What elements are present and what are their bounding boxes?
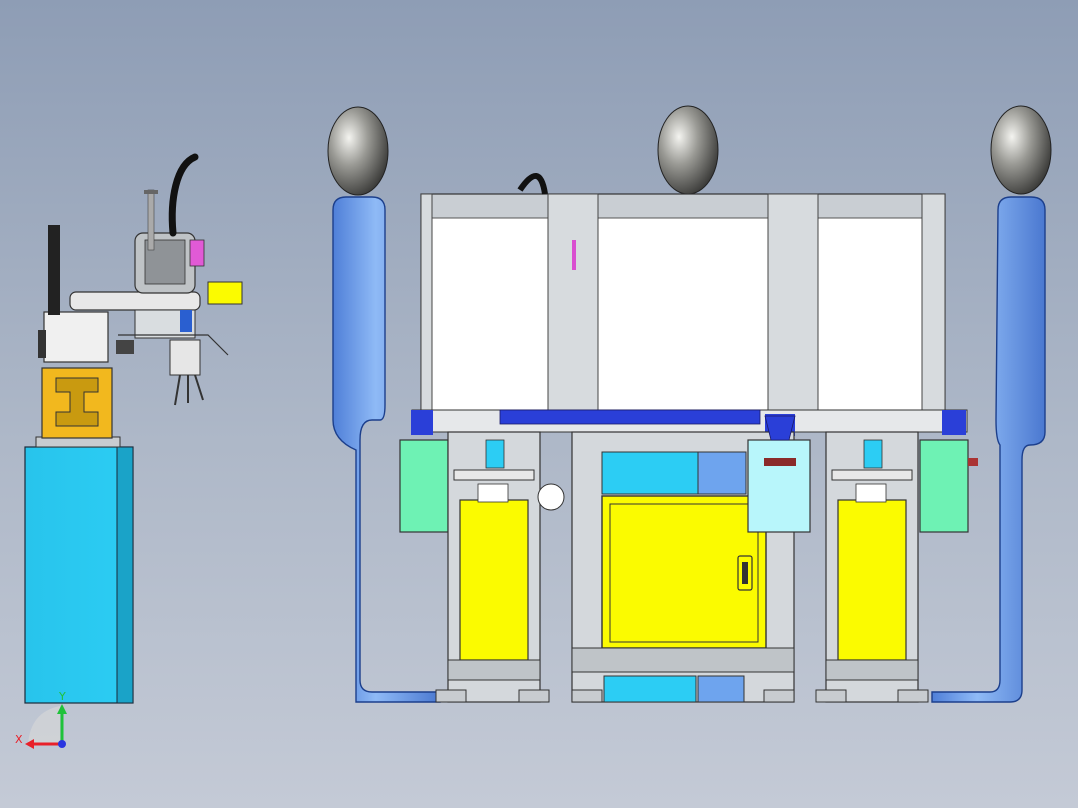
left-mint-box xyxy=(399,439,449,533)
robot-pedestal xyxy=(41,367,113,439)
left-ball xyxy=(327,106,389,196)
door-handle-icon[interactable] xyxy=(737,555,753,591)
robot-arm xyxy=(69,153,205,311)
cad-viewport[interactable]: Y X xyxy=(0,0,1078,808)
side-view-assembly[interactable] xyxy=(24,153,243,704)
side-cabinet xyxy=(24,446,134,704)
right-knob xyxy=(968,458,978,466)
front-view-assembly[interactable] xyxy=(327,105,1052,703)
right-ball xyxy=(990,105,1052,195)
triad-x-label: X xyxy=(15,733,23,746)
left-station xyxy=(435,431,550,703)
triad-y-label: Y xyxy=(58,690,66,703)
center-ball xyxy=(657,105,719,195)
upper-frame xyxy=(420,173,946,425)
right-mint-box xyxy=(919,439,969,533)
right-station xyxy=(815,431,929,703)
